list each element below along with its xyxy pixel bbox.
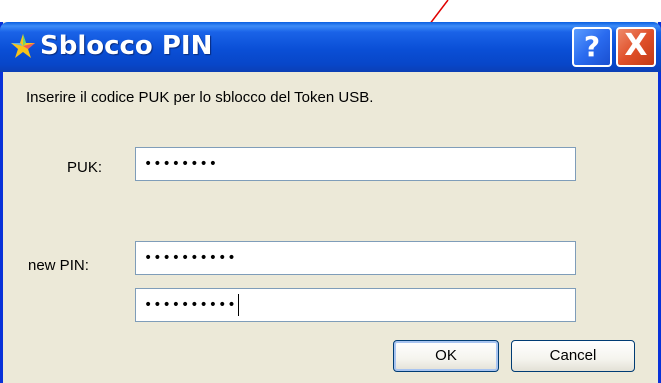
confirm-pin-value: •••••••••• [144, 297, 237, 313]
dialog-title: Sblocco PIN [40, 31, 213, 61]
new-pin-value: •••••••••• [144, 250, 237, 266]
help-button[interactable]: ? [572, 27, 612, 67]
puk-label: PUK: [67, 159, 103, 176]
text-caret [237, 294, 239, 316]
star-icon [11, 34, 35, 58]
close-icon: X [624, 28, 648, 63]
instructions-text: Inserire il codice PUK per lo sblocco de… [26, 89, 374, 106]
new-pin-label: new PIN: [28, 257, 89, 274]
close-button[interactable]: X [616, 27, 656, 67]
ok-button[interactable]: OK [393, 340, 499, 372]
puk-field[interactable]: •••••••• [135, 147, 576, 181]
confirm-pin-field[interactable]: •••••••••• [135, 288, 576, 322]
cancel-button[interactable]: Cancel [511, 340, 635, 372]
puk-value: •••••••• [144, 156, 219, 172]
help-icon: ? [583, 30, 601, 63]
sblocco-pin-dialog: Sblocco PIN ? X Inserire il codice PUK p… [0, 22, 661, 383]
title-bar[interactable]: Sblocco PIN ? X [0, 22, 661, 72]
new-pin-field[interactable]: •••••••••• [135, 241, 576, 275]
